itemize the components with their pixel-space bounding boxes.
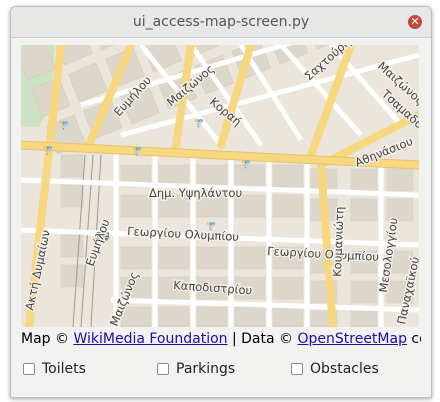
- bus-stop-icon[interactable]: 🚏: [43, 145, 53, 155]
- app-window: ui_access-map-screen.py ✕ 🚏 🚏 🚏 🚏 🚏 🚏 🚌 …: [10, 6, 432, 398]
- bus-stop-icon[interactable]: 🚏: [59, 120, 69, 130]
- bus-stop-icon[interactable]: 🚏: [132, 146, 142, 156]
- wikimedia-link[interactable]: WikiMedia Foundation: [73, 331, 227, 347]
- checkbox-label: Obstacles: [310, 361, 379, 377]
- street-label: Κουμανιώτη: [330, 206, 346, 277]
- checkbox-label: Toilets: [42, 361, 86, 377]
- bus-stop-icon[interactable]: 🚏: [241, 159, 251, 169]
- map-canvas[interactable]: 🚏 🚏 🚏 🚏 🚏 🚏 🚌 Ευμήλου Μαιζώνος Κοραή Σαχ…: [21, 45, 419, 327]
- window-title: ui_access-map-screen.py: [132, 14, 310, 30]
- attribution-suffix: cont: [411, 331, 421, 347]
- checkbox-box[interactable]: [291, 363, 303, 375]
- checkbox-label: Parkings: [176, 361, 236, 377]
- attribution-middle: | Data ©: [227, 331, 298, 347]
- title-bar: ui_access-map-screen.py ✕: [11, 7, 431, 38]
- obstacles-checkbox[interactable]: Obstacles: [291, 357, 379, 381]
- attribution-prefix: Map ©: [21, 331, 74, 347]
- close-icon[interactable]: ✕: [408, 15, 422, 29]
- parkings-checkbox[interactable]: Parkings: [157, 357, 235, 381]
- toilets-checkbox[interactable]: Toilets: [23, 357, 86, 381]
- map-view[interactable]: 🚏 🚏 🚏 🚏 🚏 🚏 🚌 Ευμήλου Μαιζώνος Κοραή Σαχ…: [21, 45, 419, 327]
- checkbox-box[interactable]: [23, 363, 35, 375]
- filter-checkboxes: Toilets Parkings Obstacles: [23, 357, 423, 381]
- bus-stop-icon[interactable]: 🚏: [194, 118, 204, 128]
- street-label: Δημ. Υψηλάντου: [149, 186, 242, 200]
- checkbox-box[interactable]: [157, 363, 169, 375]
- openstreetmap-link[interactable]: OpenStreetMap: [297, 331, 406, 347]
- map-attribution: Map © WikiMedia Foundation | Data © Open…: [21, 329, 421, 349]
